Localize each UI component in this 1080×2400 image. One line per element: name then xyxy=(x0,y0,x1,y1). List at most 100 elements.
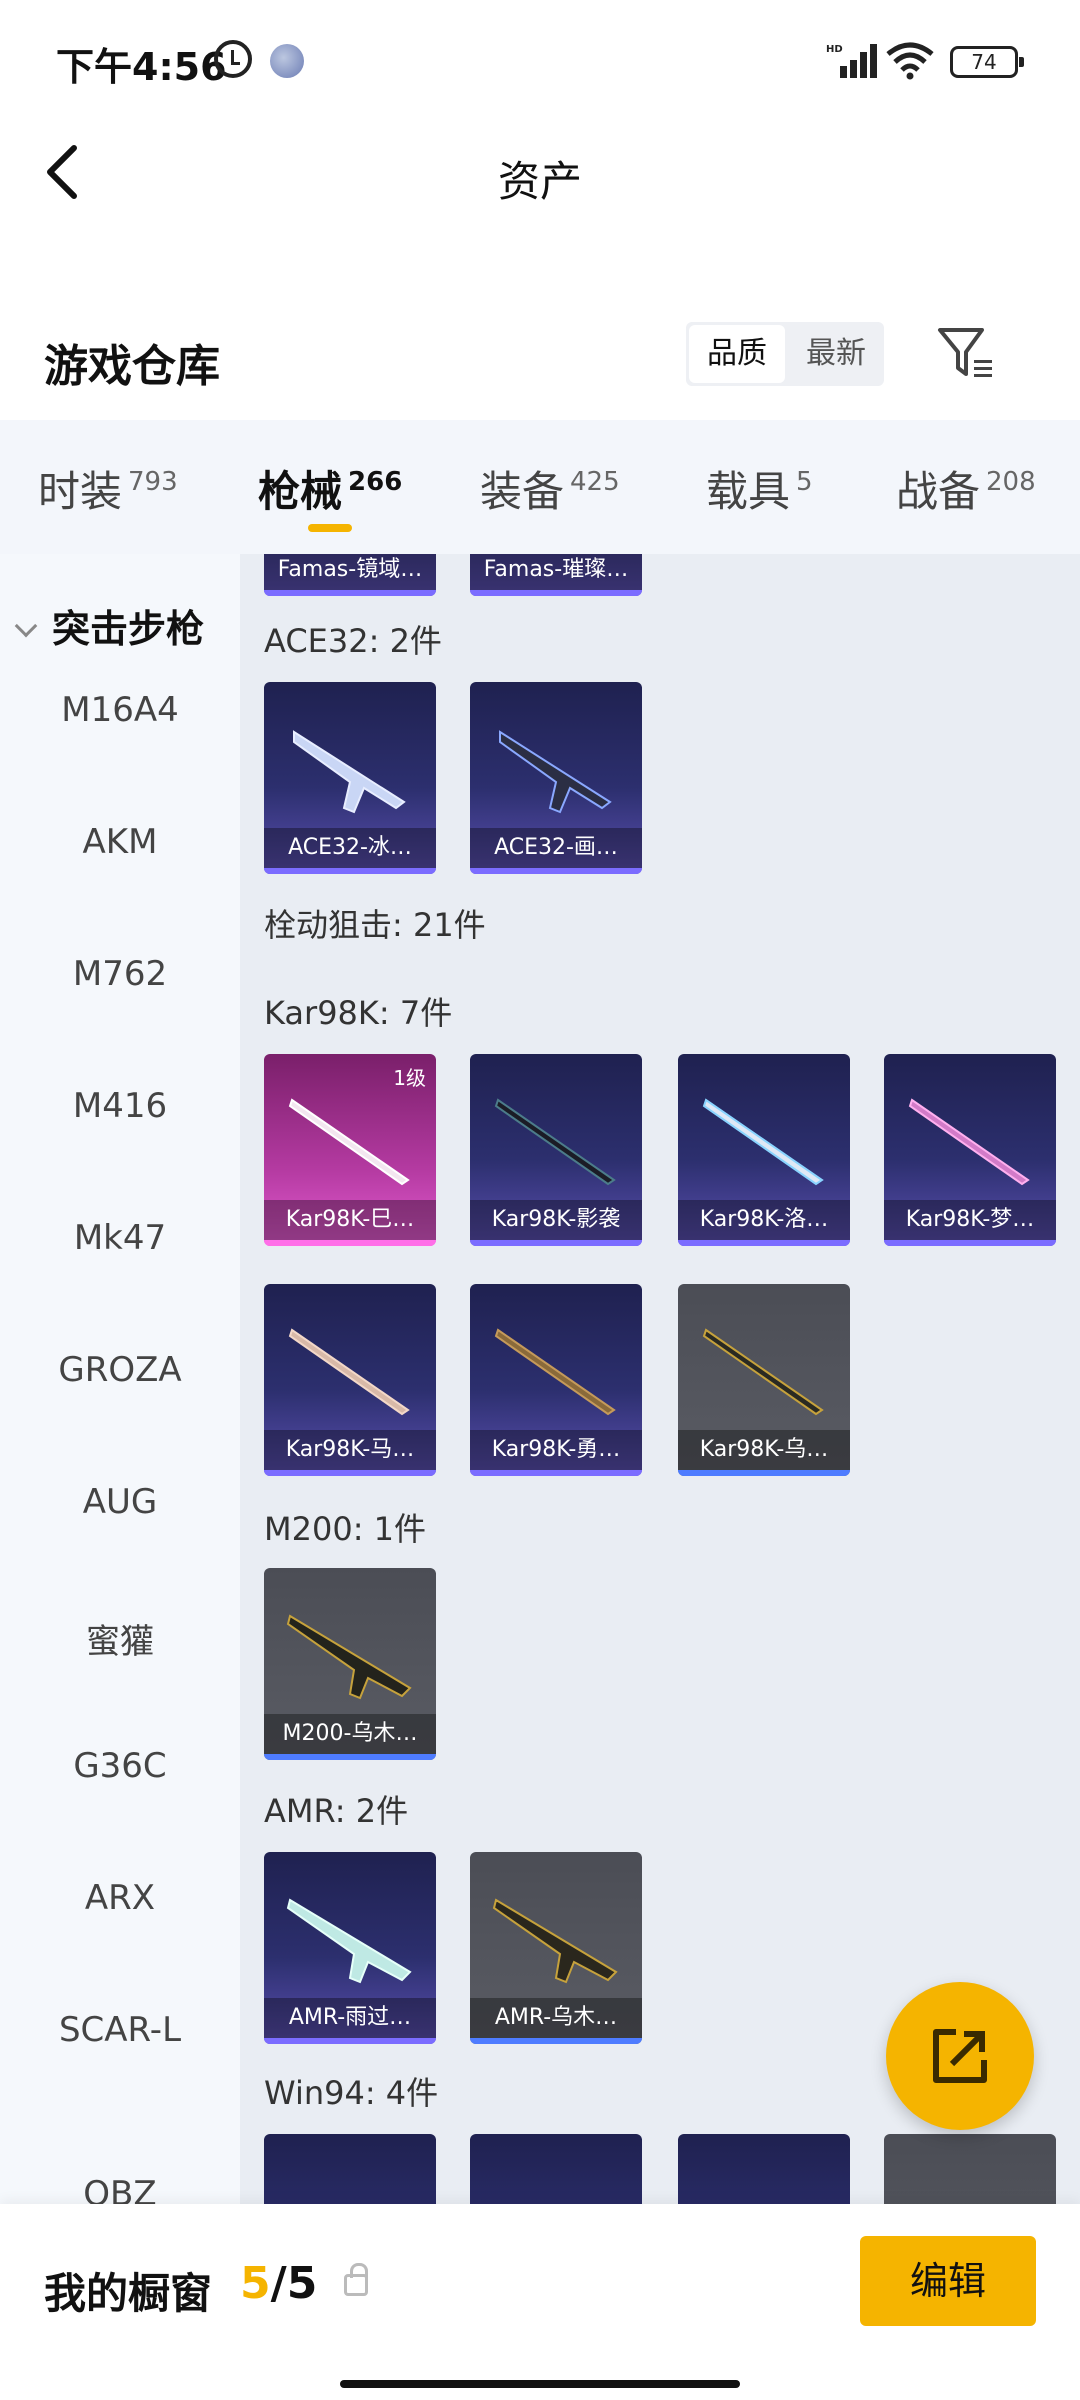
weapon-card-name: Kar98K-梦… xyxy=(884,1200,1056,1240)
status-time: 下午4:56 xyxy=(56,45,227,89)
rifle-image xyxy=(288,1328,410,1416)
showcase-bar: 我的橱窗 5/5 编辑 xyxy=(0,2204,1080,2400)
rifle-image xyxy=(494,1328,616,1416)
edit-button[interactable]: 编辑 xyxy=(860,2236,1036,2326)
sidebar-item[interactable]: AUG xyxy=(0,1482,240,1522)
weapon-card-name: Kar98K-乌… xyxy=(678,1430,850,1470)
wifi-icon xyxy=(886,42,934,80)
filter-icon[interactable] xyxy=(934,322,996,384)
sidebar-item[interactable]: M762 xyxy=(0,954,240,994)
section-title: 栓动狙击: 21件 xyxy=(264,906,486,944)
weapon-card-name: Famas-镜域… xyxy=(264,554,436,590)
rifle-image xyxy=(702,1328,824,1416)
status-bar: 下午4:56 HD 74 xyxy=(0,0,1080,120)
showcase-count: 5/5 xyxy=(240,2258,318,2309)
lock-icon xyxy=(344,2263,368,2296)
warehouse-header: 游戏仓库 品质 最新 xyxy=(0,300,1080,420)
weapon-card[interactable]: Kar98K-马… xyxy=(264,1284,436,1476)
weapon-card[interactable]: 1级 Kar98K-巳… xyxy=(264,1054,436,1246)
weapon-card-name: ACE32-画… xyxy=(470,828,642,868)
nav-bar: 资产 xyxy=(0,120,1080,230)
rifle-image xyxy=(286,1614,412,1700)
weapon-card-name: Famas-璀璨… xyxy=(470,554,642,590)
weapon-type-sidebar: 突击步枪 M16A4 AKM M762 M416 Mk47 GROZA AUG … xyxy=(0,554,240,2204)
tab-vehicles[interactable]: 载具 5 xyxy=(706,458,813,519)
tab-combat-gear[interactable]: 战备 208 xyxy=(896,458,1036,519)
share-icon xyxy=(933,2029,987,2083)
sidebar-item[interactable]: SCAR-L xyxy=(0,2010,240,2050)
hd-label: HD xyxy=(826,44,843,55)
weapon-card[interactable] xyxy=(470,2134,642,2204)
tab-count: 5 xyxy=(796,467,813,497)
weapon-card[interactable]: Kar98K-洛… xyxy=(678,1054,850,1246)
weapon-card-name: Kar98K-洛… xyxy=(678,1200,850,1240)
tab-count: 425 xyxy=(570,467,620,497)
share-button[interactable] xyxy=(886,1982,1034,2130)
sidebar-item[interactable]: 蜜獾 xyxy=(0,1614,240,1663)
weapon-card-name: AMR-雨过… xyxy=(264,1998,436,2038)
weapon-card[interactable]: Kar98K-乌… xyxy=(678,1284,850,1476)
app-notification-icon xyxy=(270,44,304,78)
sidebar-item[interactable]: AKM xyxy=(0,822,240,862)
rifle-image xyxy=(293,730,406,814)
alarm-icon xyxy=(214,40,252,78)
weapon-card[interactable]: Famas-璀璨… xyxy=(470,554,642,596)
sidebar-group-assault-rifle[interactable]: 突击步枪 xyxy=(14,598,204,653)
chevron-down-icon xyxy=(14,614,38,638)
sidebar-item[interactable]: M416 xyxy=(0,1086,240,1126)
sort-quality-option[interactable]: 品质 xyxy=(689,325,785,383)
rifle-image xyxy=(702,1098,824,1186)
signal-icon: HD xyxy=(826,44,877,78)
sidebar-item[interactable]: Mk47 xyxy=(0,1218,240,1258)
section-title: AMR: 2件 xyxy=(264,1792,409,1830)
weapon-card[interactable] xyxy=(678,2134,850,2204)
rifle-image xyxy=(494,1098,616,1186)
weapon-card[interactable] xyxy=(884,2134,1056,2204)
weapon-card-name: Kar98K-影袭 xyxy=(470,1200,642,1240)
rifle-image xyxy=(908,1098,1030,1186)
section-title: Kar98K: 7件 xyxy=(264,994,453,1032)
category-tabs: 时装 793 枪械 266 装备 425 载具 5 战备 208 xyxy=(0,420,1080,554)
weapon-card[interactable]: AMR-雨过… xyxy=(264,1852,436,2044)
weapon-card[interactable] xyxy=(264,2134,436,2204)
tab-firearms[interactable]: 枪械 266 xyxy=(258,458,402,519)
tab-fashion[interactable]: 时装 793 xyxy=(38,458,178,519)
tab-count: 266 xyxy=(348,467,403,497)
sort-newest-option[interactable]: 最新 xyxy=(788,322,884,386)
section-title: ACE32: 2件 xyxy=(264,622,442,660)
sidebar-item[interactable]: M16A4 xyxy=(0,690,240,730)
weapon-card[interactable]: Kar98K-梦… xyxy=(884,1054,1056,1246)
sidebar-item[interactable]: G36C xyxy=(0,1746,240,1786)
weapon-card-name: AMR-乌木… xyxy=(470,1998,642,2038)
weapon-card[interactable]: Kar98K-勇… xyxy=(470,1284,642,1476)
weapon-list: Famas-镜域… Famas-璀璨… ACE32: 2件 ACE32-冰… A… xyxy=(240,554,1080,2204)
tab-equipment[interactable]: 装备 425 xyxy=(480,458,620,519)
weapon-card[interactable]: ACE32-冰… xyxy=(264,682,436,874)
active-tab-indicator xyxy=(308,524,352,532)
weapon-card[interactable]: AMR-乌木… xyxy=(470,1852,642,2044)
weapon-card[interactable]: M200-乌木… xyxy=(264,1568,436,1760)
section-title: M200: 1件 xyxy=(264,1510,427,1548)
sidebar-item[interactable]: GROZA xyxy=(0,1350,240,1390)
tab-count: 793 xyxy=(128,467,178,497)
weapon-card[interactable]: Kar98K-影袭 xyxy=(470,1054,642,1246)
page-title: 资产 xyxy=(497,157,582,206)
sort-toggle: 品质 最新 xyxy=(686,322,884,386)
showcase-label: 我的橱窗 xyxy=(44,2269,213,2318)
weapon-card-name: Kar98K-勇… xyxy=(470,1430,642,1470)
weapon-card-name: Kar98K-马… xyxy=(264,1430,436,1470)
weapon-card[interactable]: ACE32-画… xyxy=(470,682,642,874)
sidebar-item[interactable]: QBZ xyxy=(0,2174,240,2204)
weapon-card-name: Kar98K-巳… xyxy=(264,1200,436,1240)
weapon-card-name: M200-乌木… xyxy=(264,1714,436,1754)
weapon-card-name: ACE32-冰… xyxy=(264,828,436,868)
home-indicator[interactable] xyxy=(340,2380,740,2388)
sidebar-item[interactable]: ARX xyxy=(0,1878,240,1918)
section-title: Win94: 4件 xyxy=(264,2074,439,2112)
rifle-image xyxy=(492,1898,618,1984)
weapon-card[interactable]: Famas-镜域… xyxy=(264,554,436,596)
rifle-image xyxy=(288,1098,410,1186)
warehouse-title: 游戏仓库 xyxy=(44,341,220,392)
battery-indicator: 74 xyxy=(950,46,1024,78)
tab-count: 208 xyxy=(986,467,1036,497)
